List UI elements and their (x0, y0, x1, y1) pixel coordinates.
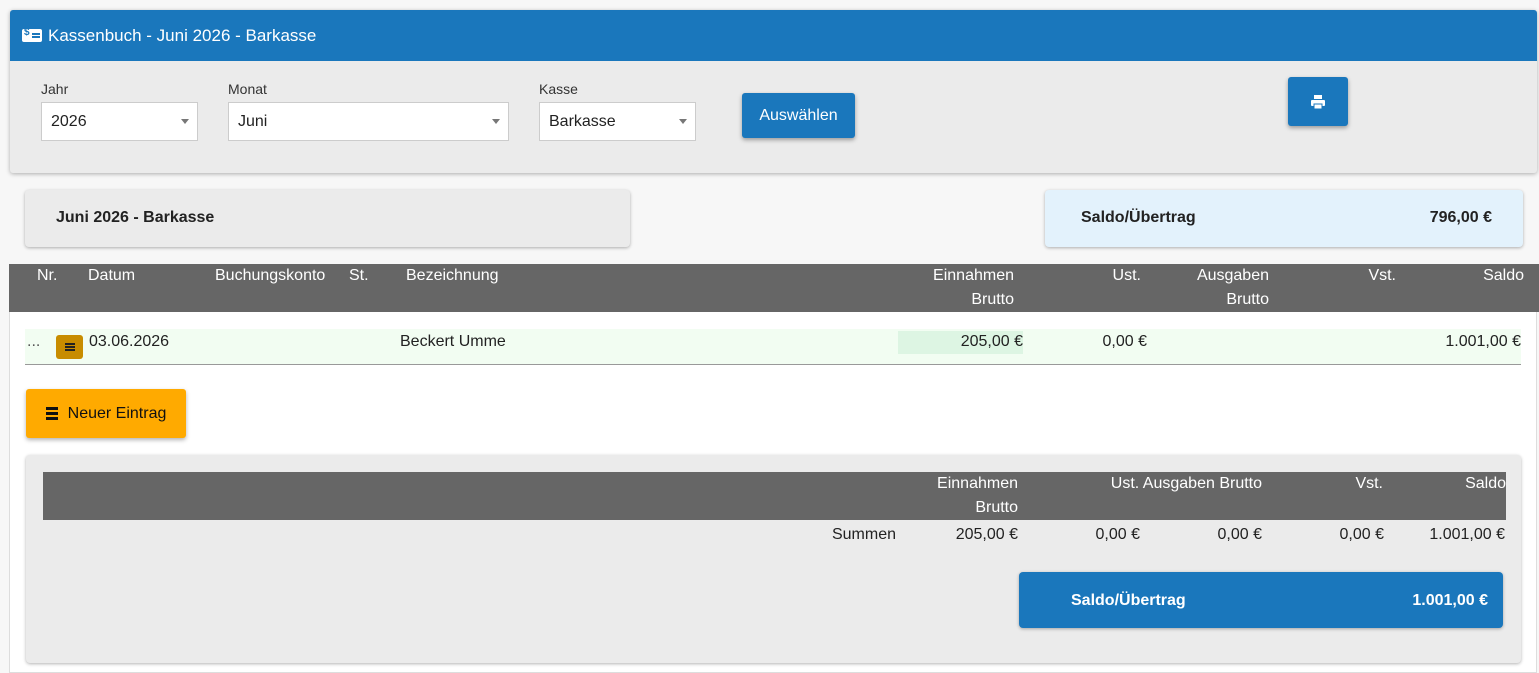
register-select[interactable]: Barkasse (539, 102, 696, 141)
col-saldo: Saldo (1483, 267, 1524, 284)
year-label: Jahr (41, 81, 69, 97)
new-entry-label: Neuer Eintrag (67, 404, 167, 422)
summary-header: Einnahmen Brutto Ust. Ausgaben Brutto Vs… (43, 472, 1506, 520)
col-einnahmen-brutto: Brutto (971, 291, 1014, 308)
page-title: Kassenbuch - Juni 2026 - Barkasse (48, 25, 317, 45)
print-button[interactable] (1288, 77, 1348, 126)
summary-vst: 0,00 € (1339, 526, 1384, 543)
card-header: Kassenbuch - Juni 2026 - Barkasse (10, 10, 1537, 61)
sum-col-einnahmen: Einnahmen (937, 475, 1018, 492)
cash-register-icon (22, 27, 42, 42)
period-title: Juni 2026 - Barkasse (56, 209, 215, 226)
period-box: Juni 2026 - Barkasse (25, 190, 630, 247)
row-datum: 03.06.2026 (89, 333, 170, 350)
month-label: Monat (228, 81, 267, 97)
select-button[interactable]: Auswählen (742, 93, 855, 138)
row-menu-button[interactable] (56, 335, 83, 359)
col-ust: Ust. (1112, 267, 1141, 284)
year-value: 2026 (51, 113, 87, 130)
table-header: Nr. Datum Buchungskonto St. Bezeichnung … (9, 264, 1539, 312)
row-nr: ... (27, 333, 41, 350)
row-ust: 0,00 € (1102, 333, 1147, 350)
col-nr: Nr. (37, 267, 58, 284)
opening-balance-box: Saldo/Übertrag 796,00 € (1045, 190, 1523, 247)
col-ausgaben-brutto: Brutto (1226, 291, 1269, 308)
row-bezeichnung: Beckert Umme (400, 333, 506, 350)
year-select[interactable]: 2026 (41, 102, 198, 141)
month-value: Juni (238, 113, 268, 130)
sum-col-ust-ausgaben: Ust. Ausgaben Brutto (1110, 475, 1262, 492)
list-icon (45, 412, 58, 415)
chevron-down-icon (679, 119, 687, 124)
closing-balance-label: Saldo/Übertrag (1071, 592, 1186, 609)
row-saldo: 1.001,00 € (1445, 333, 1521, 350)
summary-ausgaben: 0,00 € (1217, 526, 1262, 543)
opening-balance-label: Saldo/Übertrag (1081, 209, 1196, 226)
col-datum: Datum (88, 267, 136, 284)
summary-einnahmen: 205,00 € (955, 526, 1018, 543)
col-st: St. (349, 267, 369, 284)
register-value: Barkasse (549, 113, 616, 130)
select-button-label: Auswählen (759, 106, 838, 124)
summary-label: Summen (831, 526, 896, 543)
col-vst: Vst. (1368, 267, 1396, 284)
print-icon (1311, 94, 1325, 109)
sum-col-saldo: Saldo (1465, 475, 1506, 492)
summary-saldo: 1.001,00 € (1429, 526, 1505, 543)
chevron-down-icon (492, 119, 500, 124)
register-label: Kasse (539, 81, 578, 97)
closing-balance-box: Saldo/Übertrag 1.001,00 € (1019, 572, 1503, 628)
new-entry-button[interactable]: Neuer Eintrag (26, 389, 186, 438)
table-row[interactable]: ... 03.06.2026 Beckert Umme 205,00 € 0,0… (25, 329, 1521, 365)
filter-card: Kassenbuch - Juni 2026 - Barkasse Jahr 2… (10, 10, 1537, 173)
summary-ust: 0,00 € (1095, 526, 1140, 543)
col-ausgaben: Ausgaben (1196, 267, 1269, 284)
closing-balance-value: 1.001,00 € (1412, 592, 1488, 609)
month-select[interactable]: Juni (228, 102, 509, 141)
row-einnahmen: 205,00 € (960, 333, 1023, 350)
opening-balance-value: 796,00 € (1429, 209, 1492, 226)
menu-icon (64, 346, 75, 348)
sum-col-vst: Vst. (1355, 475, 1383, 492)
col-buchungskonto: Buchungskonto (215, 267, 326, 284)
summary-box: Einnahmen Brutto Ust. Ausgaben Brutto Vs… (26, 455, 1521, 663)
col-einnahmen: Einnahmen (933, 267, 1014, 284)
col-bezeichnung: Bezeichnung (406, 267, 499, 284)
sum-col-einnahmen-brutto: Brutto (975, 499, 1018, 516)
chevron-down-icon (181, 119, 189, 124)
